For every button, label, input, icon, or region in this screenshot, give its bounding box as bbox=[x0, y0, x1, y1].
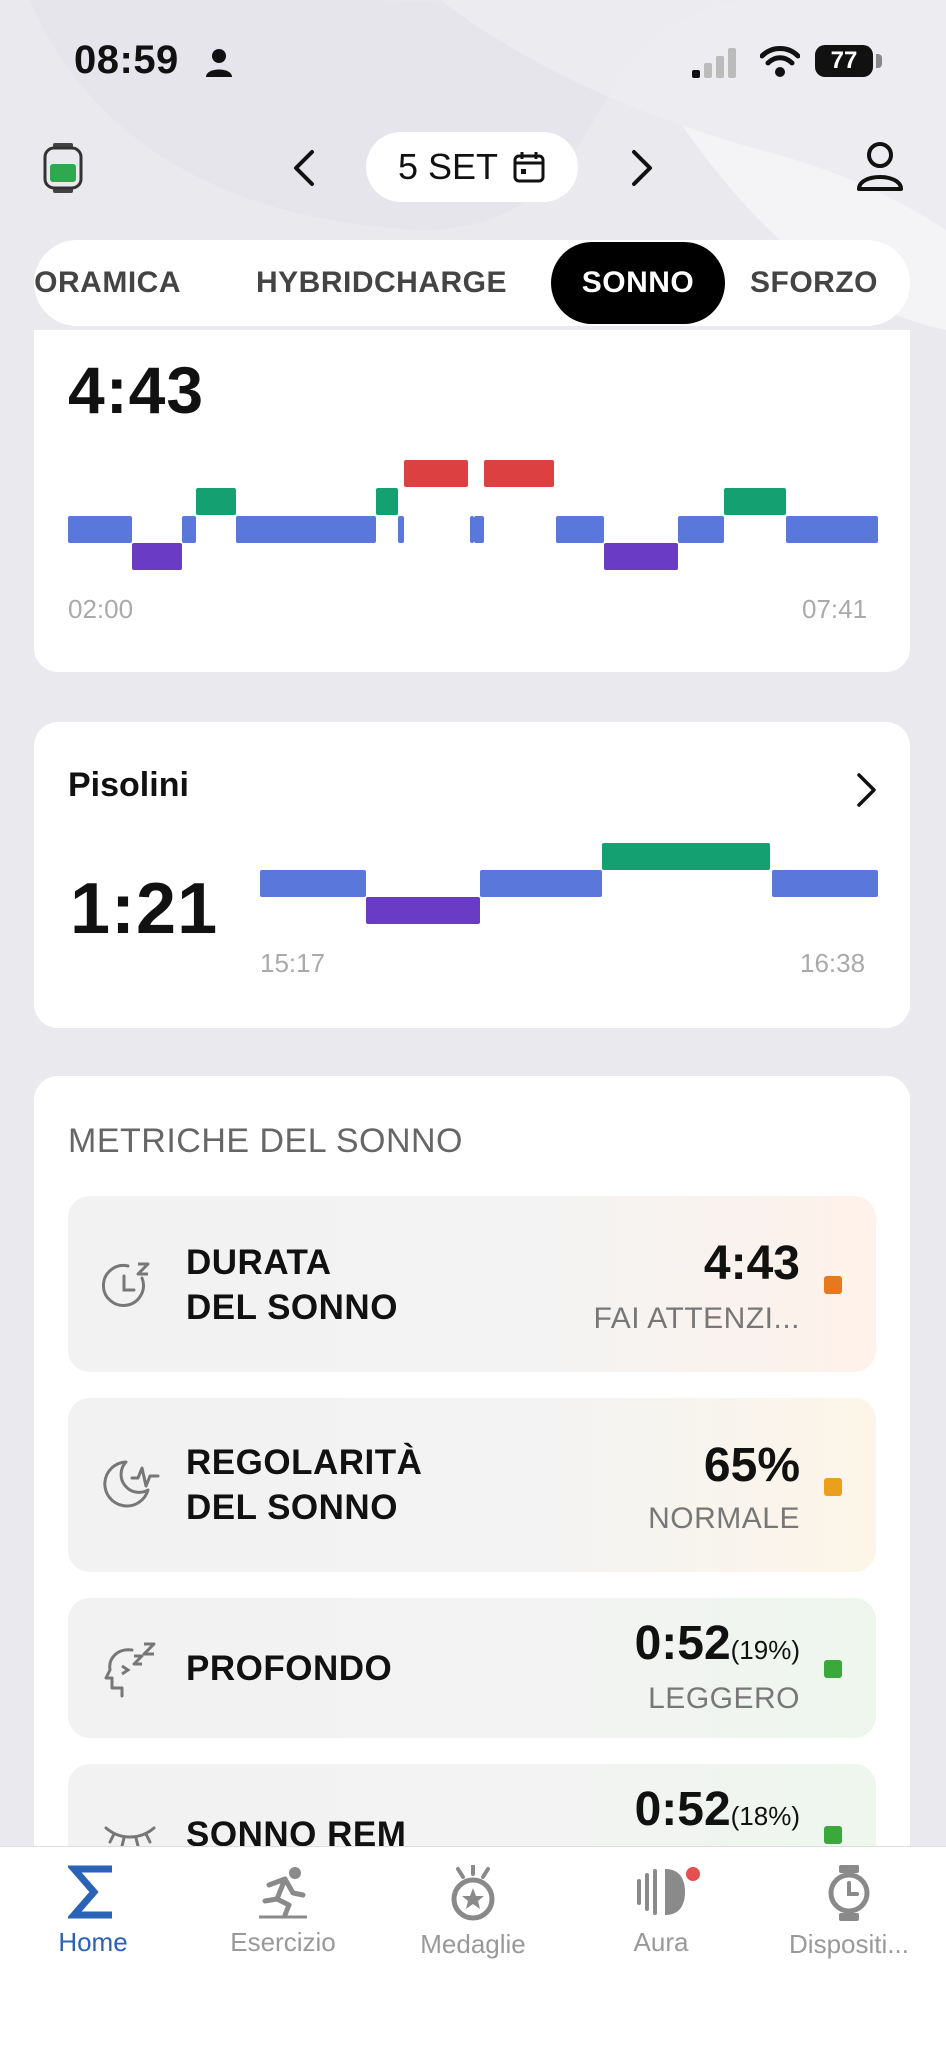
hypno-light bbox=[556, 516, 604, 543]
nav-medaglie[interactable]: Medaglie bbox=[378, 1865, 568, 1960]
hypno-light bbox=[786, 516, 878, 543]
nav-label: Aura bbox=[633, 1927, 689, 1957]
date-label: 5 SET bbox=[397, 146, 499, 187]
hypno-light bbox=[236, 516, 376, 543]
nav-label: Esercizio bbox=[230, 1927, 336, 1957]
metric-label: DEL SONNO bbox=[186, 1488, 398, 1527]
moon-pulse-icon bbox=[103, 1460, 160, 1508]
hypno-awake bbox=[484, 460, 554, 487]
person-icon bbox=[206, 49, 232, 77]
metric-value-time: 0:52 bbox=[634, 1783, 731, 1836]
status-dot bbox=[824, 1826, 842, 1844]
nap-total: 1:21 bbox=[70, 869, 219, 949]
nav-esercizio[interactable]: Esercizio bbox=[188, 1865, 378, 1958]
tab-sforzo[interactable]: SFORZO bbox=[750, 240, 878, 326]
wifi-icon bbox=[760, 46, 800, 77]
notification-badge bbox=[686, 1867, 700, 1881]
status-time: 08:59 bbox=[74, 38, 179, 82]
medal-icon bbox=[451, 1865, 495, 1921]
metric-sleep-regularity[interactable]: REGOLARITÀ DEL SONNO 65% NORMALE bbox=[68, 1398, 876, 1572]
metric-value-time: 0:52 bbox=[634, 1617, 731, 1670]
nap-title: Pisolini bbox=[68, 766, 189, 804]
hypno-light bbox=[260, 870, 366, 897]
hypno-light bbox=[772, 870, 878, 897]
hypno-deep bbox=[366, 897, 480, 924]
sleep-end-time: 07:41 bbox=[802, 594, 868, 624]
hypno-rem bbox=[602, 843, 770, 870]
nav-home[interactable]: Home bbox=[0, 1865, 188, 1958]
metric-value: 0:52(18%) bbox=[635, 1782, 800, 1837]
hypno-rem bbox=[196, 488, 236, 515]
sleep-start-time: 02:00 bbox=[68, 594, 134, 624]
metric-value: 0:52(19%) bbox=[635, 1616, 800, 1671]
bottom-nav: Home Esercizio Medaglie Aura Dispositi..… bbox=[0, 1846, 946, 2049]
hypno-light bbox=[398, 516, 404, 543]
sleep-hypnogram bbox=[68, 458, 878, 573]
tab-panoramica[interactable]: NORAMICA bbox=[34, 240, 181, 326]
status-dot bbox=[824, 1276, 842, 1294]
hypno-light bbox=[474, 516, 484, 543]
date-picker-button[interactable]: 5 SET bbox=[366, 132, 578, 202]
status-dot bbox=[824, 1660, 842, 1678]
hypno-awake bbox=[404, 460, 468, 487]
battery-nub bbox=[876, 54, 882, 68]
hypno-deep bbox=[132, 543, 182, 570]
nav-aura[interactable]: Aura bbox=[566, 1865, 756, 1958]
metric-label: DURATA bbox=[186, 1243, 332, 1282]
hypno-light bbox=[68, 516, 132, 543]
calendar-icon bbox=[513, 152, 545, 183]
nap-hypnogram bbox=[260, 842, 878, 928]
nav-label: Medaglie bbox=[420, 1929, 526, 1959]
battery-indicator: 77 bbox=[815, 45, 873, 77]
status-dot bbox=[824, 1478, 842, 1496]
tab-sonno[interactable]: SONNO bbox=[551, 242, 725, 324]
hypno-deep bbox=[604, 543, 678, 570]
watch-battery-icon[interactable] bbox=[42, 142, 84, 194]
hypno-rem bbox=[724, 488, 786, 515]
hypno-rem bbox=[376, 488, 398, 515]
sleep-clock-icon bbox=[102, 1262, 150, 1307]
metric-status: NORMALE bbox=[648, 1502, 800, 1535]
chevron-right-icon[interactable] bbox=[856, 772, 878, 808]
metric-label: REGOLARITÀ bbox=[186, 1443, 423, 1482]
metric-value: 65% bbox=[703, 1439, 800, 1492]
metric-sleep-duration[interactable]: DURATA DEL SONNO 4:43 FAI ATTENZI... bbox=[68, 1196, 876, 1372]
chevron-right-icon[interactable] bbox=[630, 148, 654, 188]
cellular-signal-icon bbox=[692, 48, 736, 78]
metric-percent: (19%) bbox=[730, 1635, 800, 1665]
nav-dispositivi[interactable]: Dispositi... bbox=[754, 1865, 944, 1960]
sigma-icon bbox=[68, 1865, 112, 1919]
hypno-light bbox=[480, 870, 602, 897]
tab-hybridcharge[interactable]: HYBRIDCHARGE bbox=[256, 240, 507, 326]
metric-status: FAI ATTENZI... bbox=[593, 1302, 800, 1335]
nap-end-time: 16:38 bbox=[800, 948, 866, 978]
metric-label: DEL SONNO bbox=[186, 1288, 398, 1327]
chevron-left-icon[interactable] bbox=[292, 148, 316, 188]
metric-status: LEGGERO bbox=[648, 1682, 800, 1715]
hypno-light bbox=[678, 516, 724, 543]
sleep-total: 4:43 bbox=[68, 353, 205, 427]
metrics-heading: METRICHE DEL SONNO bbox=[68, 1122, 464, 1160]
tab-bar: NORAMICA HYBRIDCHARGE SONNO SFORZO bbox=[34, 240, 910, 326]
nav-label: Home bbox=[58, 1927, 128, 1957]
metric-deep-sleep[interactable]: PROFONDO 0:52(19%) LEGGERO bbox=[68, 1598, 876, 1738]
watch-icon bbox=[828, 1865, 870, 1921]
metric-value: 4:43 bbox=[703, 1237, 800, 1290]
profile-icon[interactable] bbox=[856, 140, 904, 192]
running-icon bbox=[259, 1867, 307, 1919]
metric-percent: (18%) bbox=[730, 1801, 800, 1831]
aura-icon bbox=[637, 1869, 685, 1915]
head-sleep-icon bbox=[104, 1642, 156, 1698]
nav-label: Dispositi... bbox=[789, 1929, 909, 1959]
metric-label: PROFONDO bbox=[186, 1649, 393, 1688]
hypno-light bbox=[182, 516, 196, 543]
nap-start-time: 15:17 bbox=[260, 948, 326, 978]
